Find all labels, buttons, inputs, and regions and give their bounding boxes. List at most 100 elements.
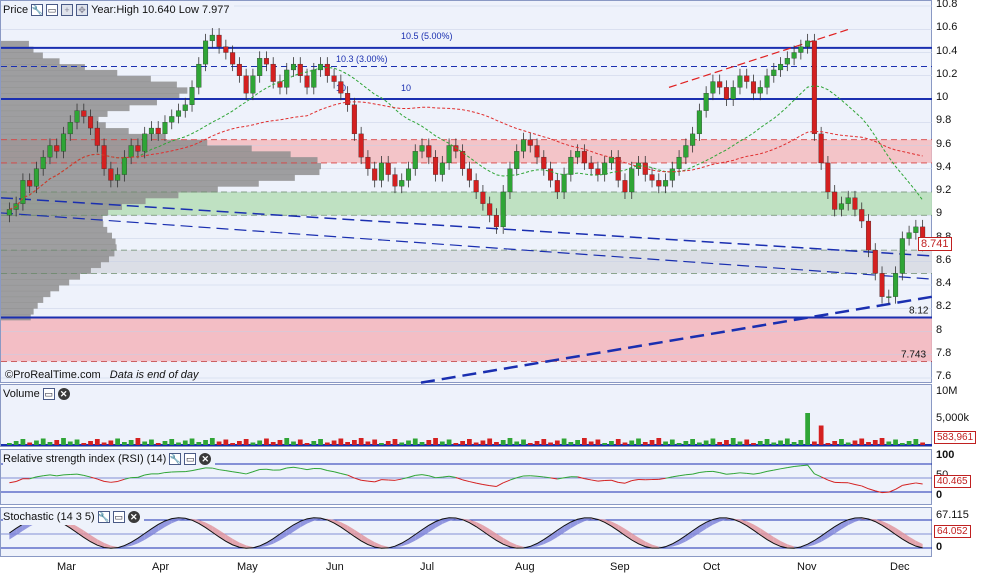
volume-chart[interactable] [1,385,933,448]
volume-bar [521,439,526,445]
wrench-icon[interactable]: 🔧 [97,511,110,523]
candle-body [548,168,554,181]
volume-bar [54,440,60,445]
volume-bar [155,443,161,445]
price-chart[interactable]: 10.5 (5.00%)10.3 (3.00%)10108.127.743 [1,1,933,384]
rsi-line [787,466,795,469]
stoch-tick-0: 0 [936,541,943,553]
candle-body [74,110,80,123]
volume-bar [514,441,520,445]
rsi-line [9,481,17,484]
price-tick: 9.6 [936,137,952,150]
wrench-icon[interactable]: 🔧 [31,4,44,16]
footer-brand: ©ProRealTime.com Data is end of day [5,369,198,381]
volume-bar [771,442,777,445]
channel-top-line [668,28,850,88]
rsi-line [692,472,700,475]
rsi-axis: 100 50 40.465 0 [932,449,981,505]
volume-profile-bar [1,261,101,269]
add-icon[interactable]: + [61,4,74,16]
rsi-line [421,474,429,477]
candle-body [372,168,378,181]
rsi-line [807,464,815,475]
candle-body [40,156,46,169]
volume-bar [548,442,553,445]
volume-bar [115,438,120,445]
volume-bar [47,442,53,445]
window-icon[interactable]: ▭ [42,388,55,400]
volume-bar [622,442,628,445]
candle-body [358,133,364,158]
rsi-line [915,482,923,485]
candle-body [744,75,750,82]
price-tick: 10.2 [936,67,958,80]
stoch-fill [273,534,280,544]
close-icon[interactable]: ✕ [199,453,212,465]
volume-bar [595,439,601,445]
volume-profile-bar [1,40,29,48]
wrench-icon[interactable]: 🔧 [169,453,182,465]
volume-bar [61,438,66,445]
volume-bar [825,443,831,445]
volume-bar [379,443,384,445]
volume-bar [433,438,438,445]
candle-body [527,139,533,146]
rsi-line [144,473,152,476]
volume-profile-bar [1,174,295,181]
rsi-line [279,467,287,471]
candle-body [426,145,432,158]
candle-body [405,168,412,181]
volume-bar [764,439,770,445]
volume-bar [257,440,263,445]
rsi-line [198,467,206,470]
rsi-line [536,475,544,478]
volume-bar [216,441,222,445]
candle-body [811,40,817,135]
window-icon[interactable]: ▭ [112,511,125,523]
candle-body [771,69,777,76]
vol-tick-mid: 5,000k [936,412,970,424]
volume-bar [541,439,547,445]
year-stats: Year:High 10.640 Low 7.977 [91,4,230,16]
close-icon[interactable]: ✕ [127,511,140,523]
volume-bar [845,442,851,445]
rsi-line [158,472,166,475]
candle-body [750,81,757,94]
candle-body [297,63,303,76]
candle-body [216,34,222,47]
volume-bar [7,443,12,445]
candle-body [263,58,269,65]
volume-bar [189,438,195,445]
price-panel[interactable]: 10.5 (5.00%)10.3 (3.00%)10108.127.743 Pr… [0,0,933,384]
volume-panel[interactable]: Volume ▭ ✕ [0,384,933,448]
rsi-line [340,472,348,476]
rsi-line [415,474,423,476]
candle-body [663,180,669,187]
move-icon[interactable]: ✥ [76,4,89,16]
stoch-panel[interactable]: Stochastic (14 3 5) 🔧 ▭ ✕ [0,507,933,557]
x-tick-label: Nov [797,561,817,573]
rsi-line [679,474,686,477]
rsi-line [36,475,44,478]
price-tick: 10 [936,91,949,103]
rsi-line [252,469,260,473]
support-value-label: 8.12 [909,306,929,317]
candle-body [676,156,682,169]
rsi-panel[interactable]: Relative strength index (RSI) (14) 🔧 ▭ ✕ [0,449,933,505]
stoch-fill [279,529,287,541]
x-tick-label: Dec [890,561,910,573]
volume-bar [209,438,215,445]
volume-bar [798,440,804,445]
volume-bar [669,439,675,445]
candle-body [446,145,452,164]
rsi-line [117,478,125,482]
volume-last: 583,961 [934,431,977,444]
window-icon[interactable]: ▭ [46,4,59,16]
volume-bar [582,438,587,445]
close-icon[interactable]: ✕ [57,388,70,400]
stoch-fill [753,524,761,535]
candle-body [378,162,384,181]
candle-body [798,46,804,53]
window-icon[interactable]: ▭ [184,453,197,465]
rsi-line [584,478,592,481]
